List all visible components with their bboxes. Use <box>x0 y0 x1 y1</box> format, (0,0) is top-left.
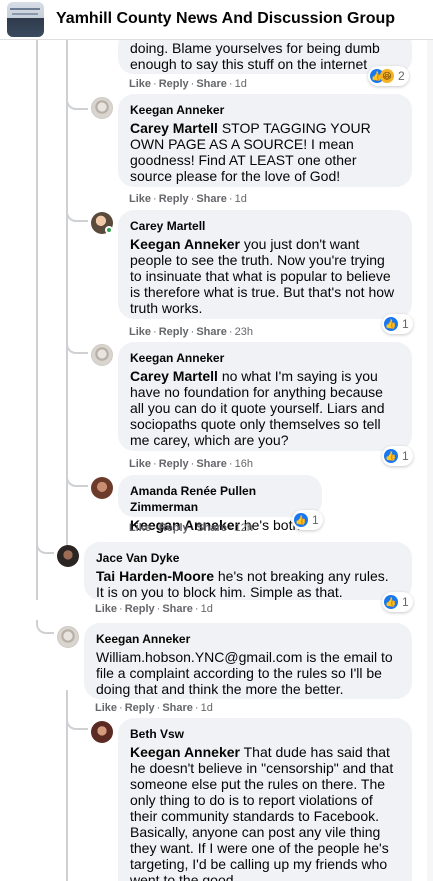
share-link[interactable]: Share <box>162 702 193 714</box>
avatar[interactable] <box>91 721 113 743</box>
like-icon: 👍 <box>384 317 398 331</box>
group-name[interactable]: Yamhill County News And Discussion Group <box>56 10 395 28</box>
group-header: Yamhill County News And Discussion Group <box>0 0 433 40</box>
comment-bubble: Carey Martell Keegan Anneker you just do… <box>118 210 412 319</box>
thread-connector <box>36 540 54 554</box>
comment-author[interactable]: Keegan Anneker <box>96 631 400 647</box>
reply-link[interactable]: Reply <box>159 458 189 470</box>
share-link[interactable]: Share <box>196 458 227 470</box>
comment-actions: Like · Reply · Share · 1d <box>95 702 213 714</box>
timestamp[interactable]: 1d <box>235 78 247 90</box>
timestamp[interactable]: 1d <box>235 193 247 205</box>
timestamp[interactable]: 12h <box>235 522 253 534</box>
comment-author[interactable]: Keegan Anneker <box>130 350 400 366</box>
like-link[interactable]: Like <box>129 193 151 205</box>
avatar[interactable] <box>91 97 113 119</box>
like-link[interactable]: Like <box>129 78 151 90</box>
timestamp[interactable]: 1d <box>201 603 213 615</box>
mention-link[interactable]: Carey Martell <box>130 120 218 136</box>
comment-text: William.hobson.YNC@gmail.com is the emai… <box>96 649 393 697</box>
comment-bubble: Keegan Anneker Carey Martell STOP TAGGIN… <box>118 94 412 187</box>
mention-link[interactable]: Tai Harden-Moore <box>96 568 214 584</box>
comment-actions: Like · Reply · Share · 12h <box>129 522 253 534</box>
reaction-count: 2 <box>398 69 405 83</box>
comment-author[interactable]: Amanda Renée Pullen Zimmerman <box>130 483 310 515</box>
reply-link[interactable]: Reply <box>159 522 189 534</box>
comment-text: Carey Martell STOP TAGGING YOUR OWN PAGE… <box>130 120 371 184</box>
comment-bubble: Keegan Anneker William.hobson.YNC@gmail.… <box>84 623 412 699</box>
like-link[interactable]: Like <box>129 326 151 338</box>
thread-connector <box>36 620 54 634</box>
comment-text: Tai Harden-Moore he's not breaking any r… <box>96 568 389 600</box>
reaction-count: 1 <box>402 595 409 609</box>
comment-actions: Like · Reply · Share · 16h <box>129 458 253 470</box>
share-link[interactable]: Share <box>196 78 227 90</box>
comment-actions: Like · Reply · Share · 1d <box>129 78 247 90</box>
like-icon: 👍 <box>294 513 308 527</box>
avatar[interactable] <box>91 344 113 366</box>
share-link[interactable]: Share <box>196 326 227 338</box>
thread-connector <box>66 208 88 222</box>
like-link[interactable]: Like <box>129 522 151 534</box>
comment-author[interactable]: Keegan Anneker <box>130 102 400 118</box>
comment-actions: Like · Reply · Share · 1d <box>129 193 247 205</box>
comment-text: Keegan Anneker you just don't want peopl… <box>130 236 395 316</box>
comment-text: doing. Blame yourselves for being dumb e… <box>130 40 380 72</box>
group-cover-thumbnail[interactable] <box>7 2 44 37</box>
comment-bubble: Amanda Renée Pullen Zimmerman Keegan Ann… <box>118 475 322 533</box>
reaction-count: 1 <box>312 513 319 527</box>
thread-connector <box>66 473 88 487</box>
avatar[interactable] <box>57 545 79 567</box>
reaction-summary[interactable]: 👍 1 <box>382 446 413 466</box>
comment-actions: Like · Reply · Share · 23h <box>129 326 253 338</box>
scrollbar[interactable] <box>427 40 433 881</box>
comment-author[interactable]: Carey Martell <box>130 218 400 234</box>
avatar[interactable] <box>91 477 113 499</box>
reaction-count: 1 <box>402 449 409 463</box>
avatar[interactable] <box>57 626 79 648</box>
reply-link[interactable]: Reply <box>125 702 155 714</box>
share-link[interactable]: Share <box>196 522 227 534</box>
share-link[interactable]: Share <box>162 603 193 615</box>
thread-line <box>66 40 68 548</box>
comment-text: Carey Martell no what I'm saying is you … <box>130 368 385 448</box>
like-link[interactable]: Like <box>95 603 117 615</box>
reaction-summary[interactable]: 👍 1 <box>382 592 413 612</box>
comment-text: Keegan Anneker That dude has said that h… <box>130 744 394 881</box>
thread-line <box>36 40 38 600</box>
mention-link[interactable]: Keegan Anneker <box>130 744 240 760</box>
haha-icon: 😆 <box>380 69 394 83</box>
like-link[interactable]: Like <box>129 458 151 470</box>
reply-link[interactable]: Reply <box>159 78 189 90</box>
reply-link[interactable]: Reply <box>159 326 189 338</box>
online-status-indicator <box>105 226 113 234</box>
thread-connector <box>66 96 88 110</box>
mention-link[interactable]: Keegan Anneker <box>130 236 240 252</box>
thread-connector <box>66 716 88 730</box>
timestamp[interactable]: 1d <box>201 702 213 714</box>
like-link[interactable]: Like <box>95 702 117 714</box>
reply-link[interactable]: Reply <box>159 193 189 205</box>
reaction-summary[interactable]: 👍 1 <box>382 314 413 334</box>
mention-link[interactable]: Carey Martell <box>130 368 218 384</box>
comment-bubble: Keegan Anneker Carey Martell no what I'm… <box>118 342 412 451</box>
like-icon: 👍 <box>384 595 398 609</box>
comment-author[interactable]: Jace Van Dyke <box>96 550 400 566</box>
comment-actions: Like · Reply · Share · 1d <box>95 603 213 615</box>
reaction-summary[interactable]: 👍 😆 2 <box>368 66 409 86</box>
timestamp[interactable]: 16h <box>235 458 253 470</box>
like-icon: 👍 <box>384 449 398 463</box>
reaction-summary[interactable]: 👍 1 <box>292 510 323 530</box>
comment-author[interactable]: Beth Vsw <box>130 726 400 742</box>
comment-bubble: Jace Van Dyke Tai Harden-Moore he's not … <box>84 542 412 600</box>
thread-connector <box>66 340 88 354</box>
reaction-count: 1 <box>402 317 409 331</box>
reply-link[interactable]: Reply <box>125 603 155 615</box>
timestamp[interactable]: 23h <box>235 326 253 338</box>
share-link[interactable]: Share <box>196 193 227 205</box>
comment-bubble: Beth Vsw Keegan Anneker That dude has sa… <box>118 718 412 881</box>
